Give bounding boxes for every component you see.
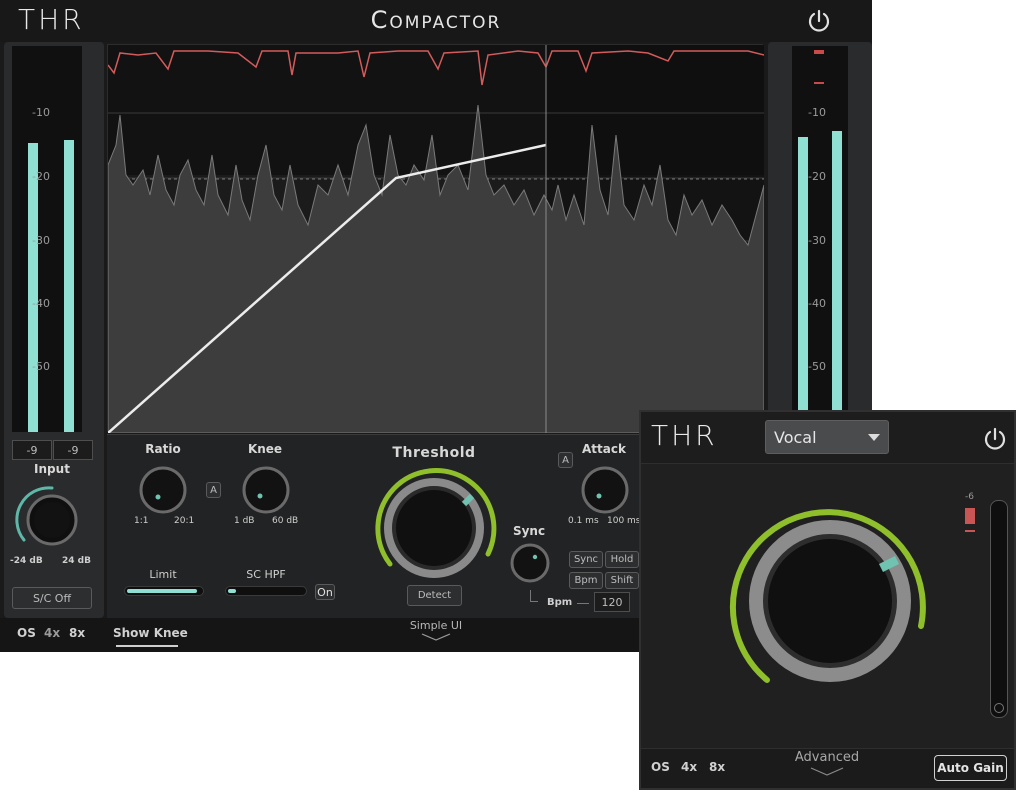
- simple-threshold-knob[interactable]: [725, 498, 935, 694]
- bpm-dash: [577, 603, 589, 604]
- power-icon[interactable]: [806, 8, 832, 34]
- knee-label: Knee: [247, 442, 283, 456]
- output-meter-bar-right: [832, 130, 842, 422]
- input-readout-left: -9: [12, 440, 52, 460]
- input-scale-20: -20: [32, 170, 50, 183]
- input-max-label: 24 dB: [62, 556, 91, 566]
- compactor-simple-window: THR Vocal -6 OS 4x 8x Advanced Auto Gain: [639, 410, 1016, 790]
- attack-auto-button[interactable]: A: [558, 452, 573, 468]
- attack-label: Attack: [582, 442, 626, 456]
- advanced-label: Advanced: [794, 750, 860, 765]
- os-8x-button[interactable]: 8x: [69, 626, 85, 640]
- sync-knob[interactable]: [509, 542, 551, 584]
- chevron-down-icon: [810, 767, 844, 776]
- output-meter-bar-left: [798, 137, 808, 422]
- input-meter-bar-left: [28, 143, 38, 432]
- threshold-label: Threshold: [392, 445, 476, 461]
- show-knee-toggle[interactable]: Show Knee: [113, 626, 188, 640]
- compression-graph[interactable]: [107, 44, 765, 434]
- simple-power-icon[interactable]: [982, 426, 1008, 452]
- bpm-label: Bpm: [547, 597, 573, 608]
- knee-max-label: 60 dB: [272, 516, 299, 526]
- output-scale-20: -20: [808, 170, 826, 183]
- knee-knob[interactable]: [240, 464, 292, 516]
- ratio-max-label: 20:1: [174, 516, 195, 526]
- sc-hpf-on-button[interactable]: On: [315, 584, 335, 600]
- preset-dropdown[interactable]: Vocal: [765, 420, 889, 454]
- input-scale-30: -30: [32, 234, 50, 247]
- limit-slider-fill: [127, 589, 198, 593]
- output-scale-10: -10: [808, 106, 826, 119]
- os-4x-button[interactable]: 4x: [44, 626, 60, 640]
- ratio-label: Ratio: [145, 442, 181, 456]
- advanced-button[interactable]: Advanced: [785, 750, 869, 784]
- dropdown-arrow-icon: [868, 434, 880, 441]
- attack-max-label: 100 ms: [607, 516, 641, 526]
- input-knob-label: Input: [34, 462, 70, 476]
- bpm-value[interactable]: 120: [594, 592, 630, 612]
- sc-hpf-slider[interactable]: [225, 586, 307, 596]
- simple-meter-knob: [994, 703, 1004, 713]
- simple-ui-button[interactable]: Simple UI: [400, 619, 472, 649]
- chevron-down-icon: [421, 633, 451, 641]
- show-knee-underline: [116, 645, 178, 647]
- input-meter-bar-right: [64, 140, 74, 432]
- knee-min-label: 1 dB: [234, 516, 255, 526]
- output-clip-indicator: [814, 50, 824, 54]
- output-scale-40: -40: [808, 297, 826, 310]
- simple-os-8x-button[interactable]: 8x: [709, 760, 725, 774]
- shift-button[interactable]: Shift: [605, 572, 639, 589]
- auto-gain-button[interactable]: Auto Gain: [934, 755, 1007, 781]
- bpm-button[interactable]: Bpm: [569, 572, 603, 589]
- bpm-bracket: [530, 590, 538, 602]
- sc-hpf-slider-fill: [228, 589, 236, 593]
- simple-ui-label: Simple UI: [409, 619, 463, 632]
- hold-button[interactable]: Hold: [605, 551, 639, 568]
- input-min-label: -24 dB: [10, 556, 43, 566]
- input-knob[interactable]: [10, 478, 94, 562]
- simple-gr-indicator: [965, 508, 975, 524]
- preset-value: Vocal: [774, 428, 817, 447]
- detect-button[interactable]: Detect: [407, 585, 462, 606]
- sync-mode-button[interactable]: Sync: [569, 551, 603, 568]
- sc-off-button[interactable]: S/C Off: [12, 587, 92, 609]
- simple-os-label: OS: [651, 760, 670, 774]
- simple-gr-tick: [965, 530, 975, 532]
- sc-hpf-label: SC HPF: [246, 568, 286, 581]
- input-scale-40: -40: [32, 297, 50, 310]
- output-scale-50: -50: [808, 360, 826, 373]
- simple-os-4x-button[interactable]: 4x: [681, 760, 697, 774]
- sync-label: Sync: [512, 524, 546, 538]
- attack-min-label: 0.1 ms: [568, 516, 599, 526]
- output-peak-indicator: [814, 82, 824, 84]
- ratio-min-label: 1:1: [134, 516, 149, 526]
- ratio-auto-button[interactable]: A: [206, 482, 221, 498]
- simple-output-meter: [990, 500, 1008, 718]
- input-readout-right: -9: [53, 440, 93, 460]
- input-scale-10: -10: [32, 106, 50, 119]
- output-scale-30: -30: [808, 234, 826, 247]
- attack-knob[interactable]: [579, 464, 631, 516]
- limit-label: Limit: [149, 568, 177, 581]
- plugin-title: Compactor: [370, 6, 502, 34]
- input-scale-50: -50: [32, 360, 50, 373]
- os-label: OS: [17, 626, 36, 640]
- simple-thr-logo: THR: [651, 419, 718, 452]
- ratio-knob[interactable]: [137, 464, 189, 516]
- threshold-knob[interactable]: [370, 466, 498, 584]
- simple-meter-label: -6: [965, 492, 974, 502]
- limit-slider[interactable]: [124, 586, 204, 596]
